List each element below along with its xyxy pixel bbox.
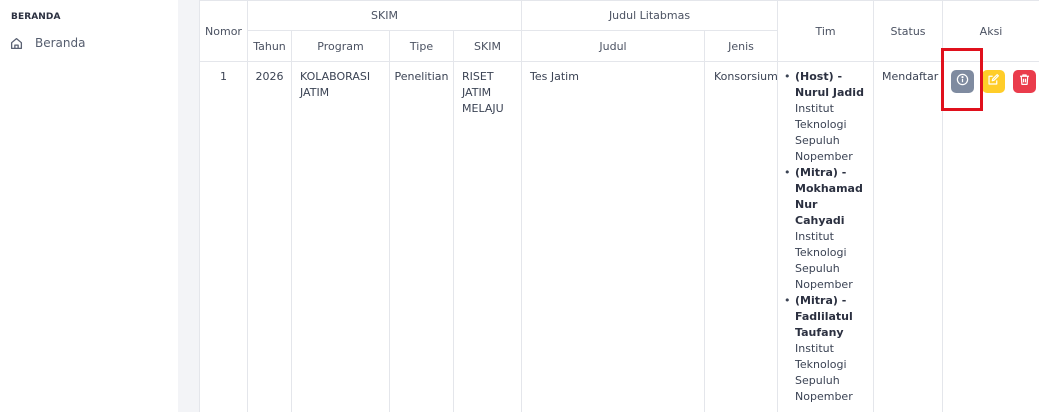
table-row: 1 2026 KOLABORASI JATIM Penelitian RISET… [199, 61, 1039, 412]
header-skim: SKIM [453, 30, 522, 62]
header-program: Program [291, 30, 390, 62]
team-member-name: (Mitra) - Fadlilatul Taufany [795, 294, 853, 339]
sidebar-item-beranda[interactable]: Beranda [10, 33, 85, 53]
team-member: (Host) - Nurul Jadid Institut Teknologi … [784, 69, 869, 165]
header-nomor: Nomor [199, 0, 248, 62]
cell-program: KOLABORASI JATIM [291, 61, 390, 412]
cell-nomor: 1 [199, 61, 248, 412]
team-member-institution: Institut Teknologi Sepuluh Nopember [795, 102, 853, 163]
team-member-institution: Institut Teknologi Sepuluh Nopember [795, 342, 853, 403]
cell-tahun: 2026 [247, 61, 292, 412]
header-status: Status [873, 0, 944, 62]
team-member: (Mitra) - Mokhamad Nur Cahyadi Institut … [784, 165, 869, 293]
sidebar: BERANDA Beranda [0, 0, 178, 412]
cell-tim: (Host) - Nurul Jadid Institut Teknologi … [777, 61, 875, 412]
sidebar-item-label: Beranda [35, 36, 86, 50]
header-tahun: Tahun [247, 30, 292, 62]
cell-status: Mendaftar [873, 61, 944, 412]
delete-button[interactable] [1013, 70, 1037, 93]
header-skim-group: SKIM [247, 0, 522, 31]
team-list: (Host) - Nurul Jadid Institut Teknologi … [784, 69, 869, 405]
submission-table-container: Nomor SKIM Judul Litabmas Tim Status Aks… [199, 0, 1039, 412]
cell-aksi [942, 61, 1039, 412]
cell-judul: Tes Jatim [521, 61, 705, 412]
team-member: (Mitra) - Fadlilatul Taufany Institut Te… [784, 293, 869, 405]
header-judul-group: Judul Litabmas [520, 0, 779, 31]
team-member-name: (Host) - Nurul Jadid [795, 70, 864, 99]
cell-skim: RISET JATIM MELAJU [453, 61, 522, 412]
header-tipe: Tipe [389, 30, 454, 62]
trash-icon [1018, 73, 1031, 91]
info-icon [956, 73, 969, 91]
edit-button[interactable] [982, 70, 1006, 93]
team-member-institution: Institut Teknologi Sepuluh Nopember [795, 230, 853, 291]
content-gutter [178, 0, 199, 412]
sidebar-heading: BERANDA [11, 12, 61, 22]
header-aksi: Aksi [942, 0, 1039, 62]
row-actions [943, 69, 1039, 93]
cell-jenis: Konsorsium [703, 61, 779, 412]
submission-table: Nomor SKIM Judul Litabmas Tim Status Aks… [199, 0, 1039, 412]
detail-button[interactable] [951, 70, 975, 93]
home-icon [10, 37, 23, 50]
edit-icon [987, 73, 1000, 91]
header-judul: Judul [521, 30, 705, 62]
header-jenis: Jenis [703, 30, 779, 62]
header-tim: Tim [777, 0, 875, 62]
cell-tipe: Penelitian [389, 61, 454, 412]
team-member-name: (Mitra) - Mokhamad Nur Cahyadi [795, 166, 863, 227]
